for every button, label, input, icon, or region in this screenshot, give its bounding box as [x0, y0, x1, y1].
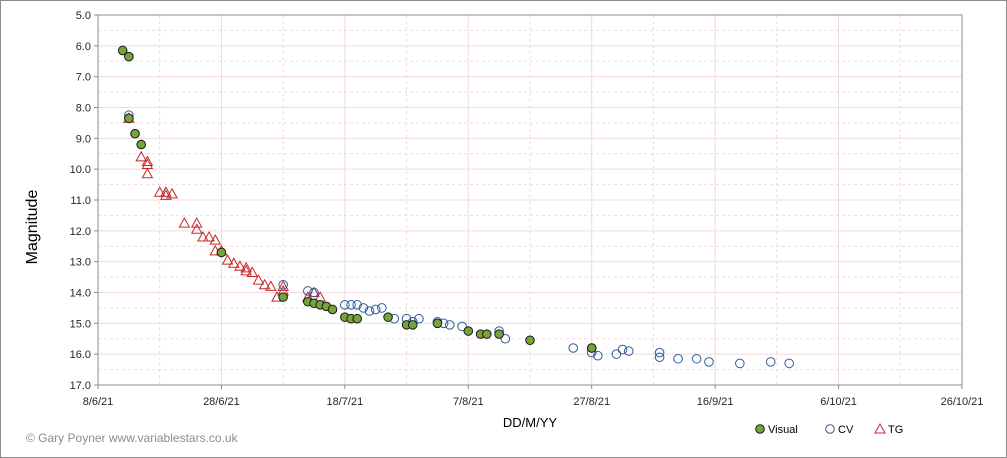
data-point-tg	[190, 217, 203, 228]
data-point-cv	[765, 357, 776, 367]
y-tick-label: 14.0	[70, 288, 91, 300]
data-points	[117, 45, 795, 369]
x-tick-label: 6/10/21	[820, 396, 857, 408]
data-point-visual	[586, 343, 597, 353]
legend-marker-tg	[874, 422, 886, 434]
data-point-visual	[383, 312, 393, 322]
data-point-cv	[691, 353, 702, 364]
x-axis-title: DD/M/YY	[503, 415, 558, 430]
data-point-visual	[352, 313, 363, 324]
legend-marker-cv	[825, 424, 835, 434]
x-tick-label: 16/9/21	[697, 396, 734, 408]
x-tick-label: 18/7/21	[327, 396, 364, 408]
data-point-visual	[482, 329, 492, 339]
data-point-visual	[432, 318, 443, 329]
y-tick-label: 9.0	[76, 133, 91, 145]
series-cv	[124, 110, 795, 369]
x-tick-label: 26/10/21	[941, 396, 984, 408]
data-point-visual	[216, 247, 227, 258]
magnitude-scatter-chart: 5.0 6.0 7.0 8.0 9.0 10.0 11.0 12.0 13.0 14.0 15.0 1…	[24, 10, 984, 445]
data-point-cv	[444, 320, 455, 330]
x-tick-label: 8/6/21	[83, 396, 114, 408]
data-point-cv	[735, 358, 745, 369]
x-tick-label: 28/6/21	[203, 396, 240, 408]
y-tick-label: 13.0	[70, 257, 91, 269]
data-point-cv	[784, 358, 795, 369]
y-tick-label: 8.0	[76, 103, 91, 115]
data-point-cv	[593, 350, 603, 361]
series-tg	[123, 112, 327, 302]
y-tick-label: 10.0	[70, 164, 91, 176]
data-point-tg	[178, 217, 191, 228]
legend-label-tg: TG	[888, 424, 903, 436]
credit-text: © Gary Poyner www.variablestars.co.uk	[26, 431, 239, 445]
y-tick-label: 16.0	[70, 349, 91, 361]
data-point-visual	[407, 320, 418, 330]
data-point-visual	[130, 128, 140, 139]
data-point-visual	[278, 292, 288, 302]
data-point-tg	[190, 223, 203, 234]
x-axis-ticks: 8/6/21 28/6/21 18/7/21 7/8/21 27/8/21 16/9/21…	[83, 385, 984, 408]
data-point-cv	[377, 303, 387, 313]
y-tick-label: 5.0	[76, 10, 91, 22]
legend-marker-visual	[755, 424, 765, 434]
data-point-visual	[463, 326, 474, 336]
data-point-cv	[654, 352, 665, 363]
data-point-cv	[568, 343, 579, 353]
y-tick-label: 17.0	[70, 380, 91, 392]
y-axis-ticks: 5.0 6.0 7.0 8.0 9.0 10.0 11.0 12.0 13.0 14.0 15.0 1…	[70, 10, 98, 392]
legend-label-visual: Visual	[768, 424, 798, 436]
data-point-visual	[124, 51, 134, 62]
x-tick-label: 7/8/21	[453, 396, 484, 408]
y-tick-label: 15.0	[70, 318, 91, 330]
data-point-cv	[278, 279, 288, 290]
data-point-cv	[623, 346, 634, 356]
y-axis-title: Magnitude	[24, 190, 41, 265]
data-point-visual	[327, 304, 338, 315]
data-point-cv	[673, 353, 683, 364]
y-tick-label: 11.0	[70, 195, 91, 207]
legend: Visual CV TG	[755, 422, 903, 436]
data-point-visual	[124, 113, 134, 124]
data-point-visual	[136, 139, 146, 150]
data-point-cv	[704, 357, 714, 367]
y-tick-label: 6.0	[76, 41, 91, 53]
x-tick-label: 27/8/21	[573, 396, 610, 408]
grid-lines	[97, 14, 963, 386]
legend-label-cv: CV	[838, 424, 854, 436]
y-tick-label: 12.0	[70, 226, 91, 238]
data-point-tg	[135, 150, 148, 162]
data-point-cv	[309, 287, 319, 298]
data-point-visual	[525, 335, 535, 346]
y-tick-label: 7.0	[76, 72, 91, 84]
data-point-visual	[494, 329, 504, 339]
data-point-tg	[141, 167, 154, 179]
